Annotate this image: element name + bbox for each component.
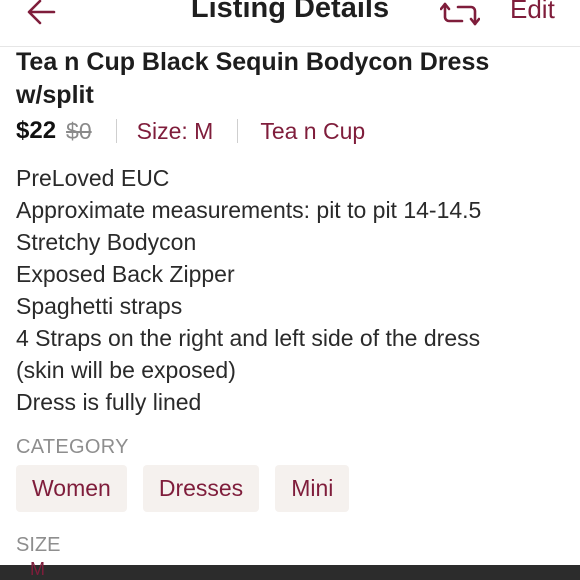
brand-link[interactable]: Tea n Cup	[260, 118, 365, 145]
category-chip-mini[interactable]: Mini	[275, 465, 350, 512]
size-label: SIZE	[16, 534, 61, 556]
description-line: Dress is fully lined	[16, 389, 202, 415]
description: PreLoved EUC Approximate measurements: p…	[16, 162, 566, 418]
description-line: Exposed Back Zipper	[16, 261, 235, 287]
page-title: Listing Details	[190, 0, 390, 24]
description-line: Spaghetti straps	[16, 293, 183, 319]
size-link[interactable]: Size: M	[137, 118, 214, 145]
description-line: Approximate measurements: pit to pit 14-…	[16, 197, 482, 223]
price: $22	[16, 117, 57, 144]
description-line: (skin will be exposed)	[16, 357, 236, 383]
size-value: M	[30, 559, 45, 579]
category-chips: Women Dresses Mini	[16, 465, 566, 512]
bottom-bar: M	[0, 559, 580, 580]
original-price: $0	[66, 117, 92, 144]
listing-content: Tea n Cup Black Sequin Bodycon Dress w/s…	[16, 46, 566, 512]
repost-icon[interactable]	[440, 0, 480, 30]
category-chip-women[interactable]: Women	[16, 465, 127, 512]
divider	[115, 119, 117, 143]
app-header: Listing Details Edit	[0, 0, 580, 47]
arrow-left-icon[interactable]	[24, 0, 58, 32]
listing-meta-row: $22 $0 Size: M Tea n Cup	[16, 114, 566, 148]
description-line: PreLoved EUC	[16, 165, 170, 191]
listing-title: Tea n Cup Black Sequin Bodycon Dress w/s…	[16, 48, 490, 109]
edit-button[interactable]: Edit	[510, 0, 555, 25]
divider	[237, 119, 239, 143]
description-line: Stretchy Bodycon	[16, 229, 197, 255]
category-chip-dresses[interactable]: Dresses	[142, 465, 260, 512]
description-line: 4 Straps on the right and left side of t…	[16, 325, 481, 351]
category-label: CATEGORY	[16, 436, 129, 458]
